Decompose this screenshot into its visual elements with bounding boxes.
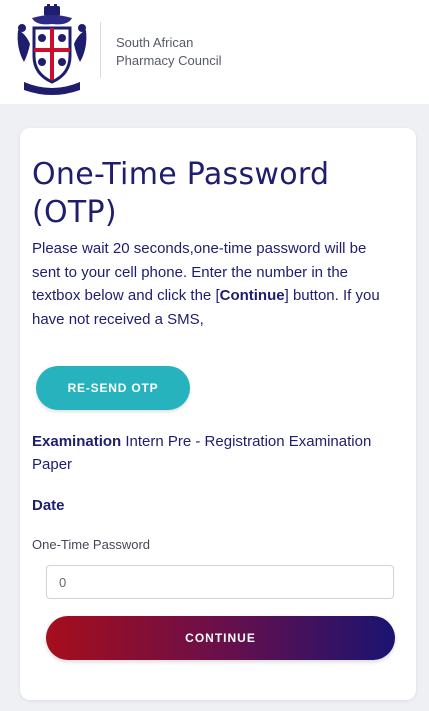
- resend-otp-button[interactable]: RE-SEND OTP: [36, 366, 190, 410]
- header-divider: [100, 22, 101, 78]
- otp-input[interactable]: [46, 565, 394, 599]
- organization-name: South African Pharmacy Council: [116, 34, 222, 70]
- examination-info: Examination Intern Pre - Registration Ex…: [32, 430, 392, 476]
- otp-instructions: Please wait 20 seconds,one-time password…: [32, 237, 392, 331]
- coat-of-arms-logo-icon: [17, 4, 87, 95]
- examination-label: Examination: [32, 433, 122, 450]
- continue-button[interactable]: CONTINUE: [46, 616, 395, 660]
- instructions-continue-reference: Continue: [219, 287, 285, 304]
- page-title: One-Time Password (OTP): [32, 157, 330, 230]
- date-label: Date: [32, 497, 65, 514]
- otp-field-label: One-Time Password: [32, 537, 150, 552]
- organization-name-line1: South African: [116, 35, 194, 50]
- site-header: South African Pharmacy Council: [0, 0, 429, 100]
- organization-name-line2: Pharmacy Council: [116, 53, 222, 68]
